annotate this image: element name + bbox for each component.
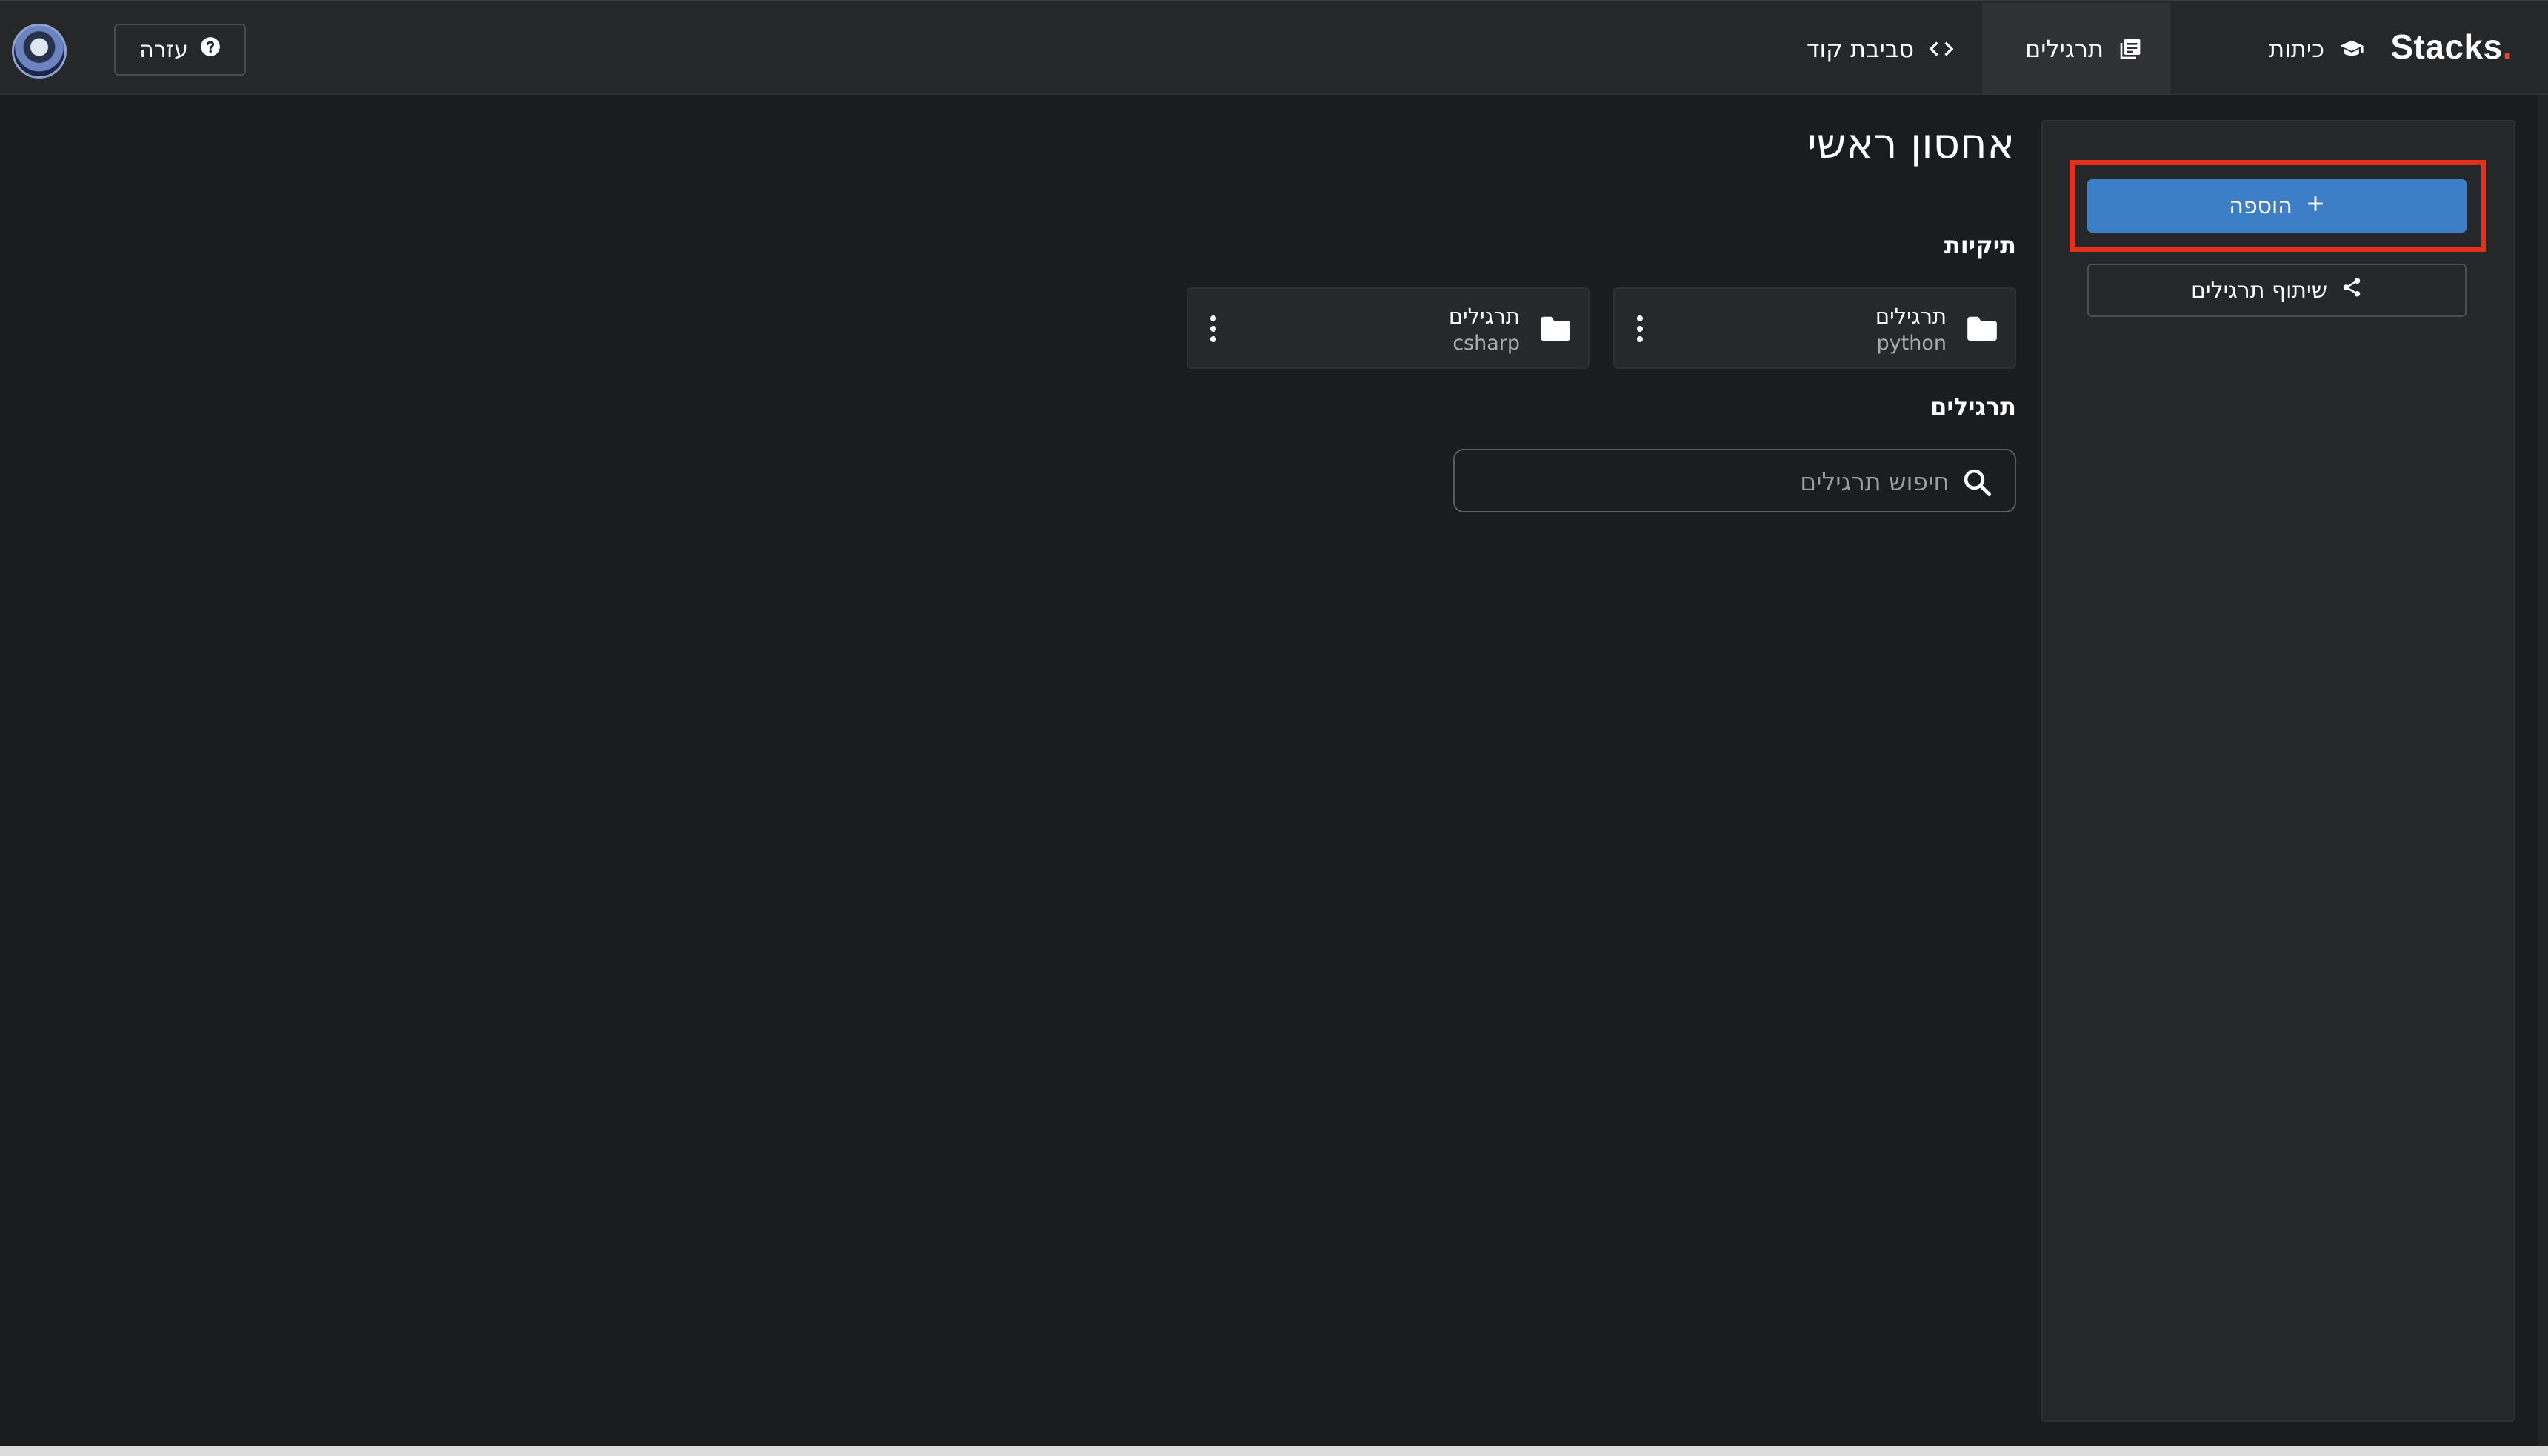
question-circle-icon (200, 36, 221, 63)
code-icon (1929, 39, 1954, 59)
nav-item-label: כיתות (2269, 35, 2324, 63)
user-avatar[interactable] (12, 24, 67, 79)
page-title: אחסון ראשי (1807, 120, 2015, 168)
help-button[interactable]: עזרה (114, 24, 246, 76)
search-icon (1961, 467, 1992, 501)
brand-logo[interactable]: Stacks. (2390, 27, 2512, 67)
top-bar: Stacks. כיתות תרגילים סביבת קוד עזרה (0, 0, 2548, 95)
more-options-icon[interactable] (1204, 311, 1222, 347)
nav-item-label: סביבת קוד (1806, 35, 1914, 63)
folder-name: תרגילים (1448, 304, 1520, 329)
folder-card-python[interactable]: תרגילים python (1613, 287, 2016, 369)
folder-icon (1966, 315, 1998, 345)
brand-dot: . (2502, 27, 2512, 66)
exercises-heading: תרגילים (1930, 393, 2016, 421)
folder-icon (1539, 315, 1572, 345)
share-button-label: שיתוף תרגילים (2191, 277, 2327, 304)
vertical-scrollbar[interactable] (2538, 95, 2548, 1446)
help-label: עזרה (139, 36, 188, 63)
add-button-label: הוספה (2229, 193, 2292, 219)
nav-item-label: תרגילים (2024, 35, 2104, 63)
nav-item-exercises[interactable]: תרגילים (1982, 3, 2170, 95)
folder-language: csharp (1453, 332, 1520, 355)
folder-name: תרגילים (1875, 304, 1947, 329)
brand-name: Stacks (2390, 27, 2503, 66)
share-icon (2341, 276, 2363, 304)
folders-heading: תיקיות (1944, 231, 2016, 259)
add-button[interactable]: הוספה (2087, 179, 2467, 233)
plus-icon (2306, 193, 2325, 219)
search-input[interactable] (1492, 461, 1951, 502)
folder-card-csharp[interactable]: תרגילים csharp (1187, 287, 1590, 369)
book-icon (2118, 37, 2142, 61)
window-bottom-edge (0, 1446, 2548, 1456)
search-field[interactable] (1453, 449, 2016, 512)
share-exercises-button[interactable]: שיתוף תרגילים (2087, 264, 2467, 317)
more-options-icon[interactable] (1631, 311, 1649, 347)
nav-item-code-environment[interactable]: סביבת קוד (1778, 3, 1982, 95)
graduation-cap-icon (2339, 38, 2364, 60)
folder-language: python (1876, 332, 1947, 355)
nav-item-classes[interactable]: כיתות (2241, 3, 2392, 95)
